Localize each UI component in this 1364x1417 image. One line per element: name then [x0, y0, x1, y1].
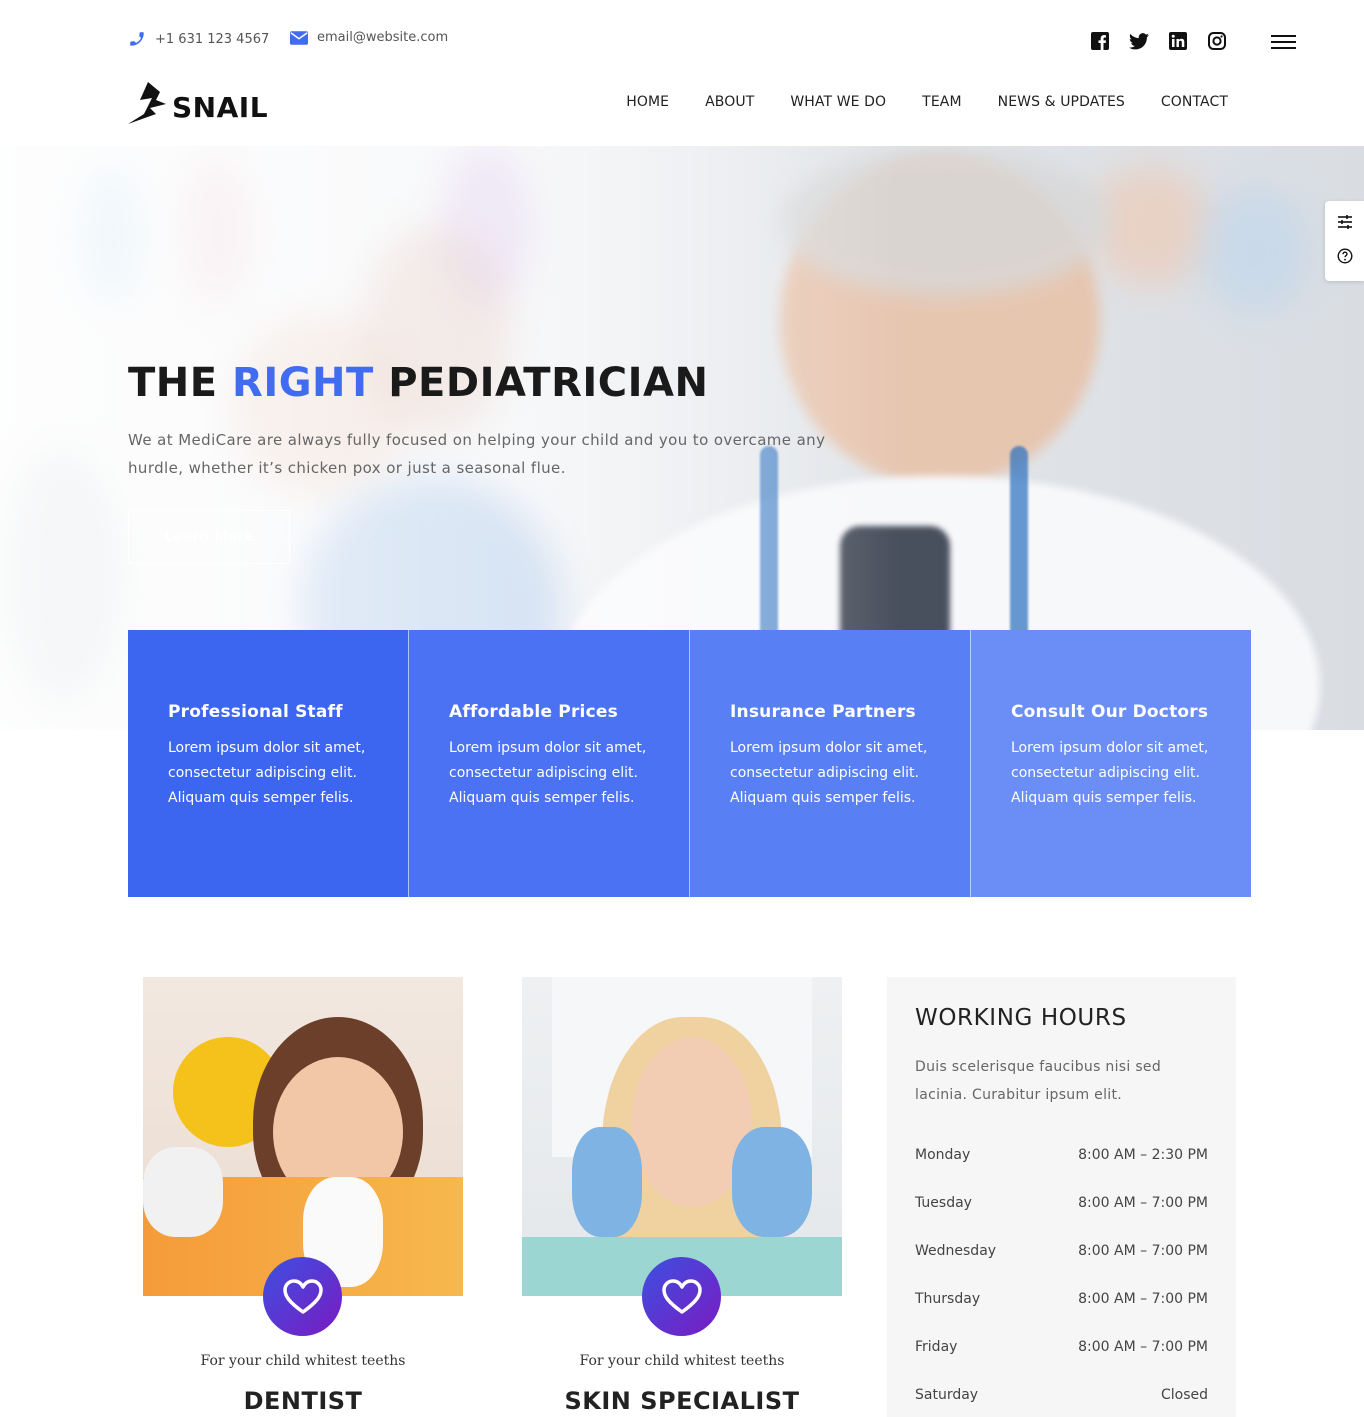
service-card-dentist[interactable]: For your child whitest teeths DENTIST: [143, 977, 463, 1415]
skin-specialist-photo: [522, 977, 842, 1296]
service-card-skin-specialist[interactable]: For your child whitest teeths SKIN SPECI…: [522, 977, 842, 1415]
nav-news-updates[interactable]: NEWS & UPDATES: [998, 94, 1125, 110]
service-title: SKIN SPECIALIST: [564, 1387, 800, 1415]
hours-row: Wednesday 8:00 AM – 7:00 PM: [915, 1227, 1208, 1275]
time-label: 8:00 AM – 2:30 PM: [1078, 1147, 1208, 1163]
social-links: [1090, 31, 1227, 51]
feature-title: Professional Staff: [168, 702, 343, 722]
side-tools-widget: [1325, 201, 1364, 281]
nav-what-we-do[interactable]: WHAT WE DO: [790, 94, 886, 110]
phone-icon: [130, 32, 144, 46]
brand-logo[interactable]: SNAIL: [126, 80, 268, 126]
working-hours-description: Duis scelerisque faucibus nisi sed lacin…: [915, 1059, 1162, 1103]
envelope-icon: [290, 30, 308, 45]
feature-text: Lorem ipsum dolor sit amet, consectetur …: [730, 740, 928, 806]
time-label: 8:00 AM – 7:00 PM: [1078, 1243, 1208, 1259]
brand-name: SNAIL: [172, 91, 269, 124]
time-label: 8:00 AM – 7:00 PM: [1078, 1291, 1208, 1307]
hours-row: Saturday Closed: [915, 1371, 1208, 1417]
main-navigation: HOME ABOUT WHAT WE DO TEAM NEWS & UPDATE…: [626, 94, 1228, 110]
snail-logo-icon: [128, 82, 166, 124]
nav-about[interactable]: ABOUT: [705, 94, 754, 110]
feature-consult-doctors: Consult Our Doctors Lorem ipsum dolor si…: [971, 630, 1251, 897]
day-label: Saturday: [915, 1387, 979, 1403]
hours-row: Tuesday 8:00 AM – 7:00 PM: [915, 1179, 1208, 1227]
linkedin-icon[interactable]: [1168, 31, 1188, 51]
learn-more-button[interactable]: Learn More: [128, 510, 290, 564]
time-label: 8:00 AM – 7:00 PM: [1078, 1339, 1208, 1355]
feature-insurance-partners: Insurance Partners Lorem ipsum dolor sit…: [690, 630, 971, 897]
day-label: Friday: [915, 1339, 958, 1355]
day-label: Tuesday: [915, 1195, 972, 1211]
feature-professional-staff: Professional Staff Lorem ipsum dolor sit…: [128, 630, 409, 897]
day-label: Thursday: [915, 1291, 981, 1307]
day-label: Monday: [915, 1147, 971, 1163]
hero-description: We at MediCare are always fully focused …: [128, 431, 826, 477]
working-hours-panel: WORKING HOURS Duis scelerisque faucibus …: [887, 977, 1236, 1417]
service-subtitle: For your child whitest teeths: [200, 1353, 406, 1369]
service-title: DENTIST: [243, 1387, 363, 1415]
hero-title: THE RIGHT PEDIATRICIAN: [128, 360, 709, 406]
working-hours-title: WORKING HOURS: [915, 1005, 1127, 1031]
nav-home[interactable]: HOME: [626, 94, 669, 110]
phone-contact[interactable]: +1 631 123 4567: [128, 30, 269, 48]
hero-title-accent: RIGHT: [232, 360, 374, 406]
facebook-icon[interactable]: [1090, 31, 1110, 51]
heart-icon: [282, 1278, 323, 1314]
hours-row: Thursday 8:00 AM – 7:00 PM: [915, 1275, 1208, 1323]
nav-contact[interactable]: CONTACT: [1161, 94, 1228, 110]
time-label: Closed: [1160, 1387, 1208, 1403]
hours-row: Monday 8:00 AM – 2:30 PM: [915, 1131, 1208, 1179]
time-label: 8:00 AM – 7:00 PM: [1078, 1195, 1208, 1211]
twitter-icon[interactable]: [1129, 31, 1149, 51]
instagram-icon[interactable]: [1207, 31, 1227, 51]
feature-text: Lorem ipsum dolor sit amet, consectetur …: [449, 740, 647, 806]
hours-row: Friday 8:00 AM – 7:00 PM: [915, 1323, 1208, 1371]
feature-title: Consult Our Doctors: [1011, 702, 1209, 722]
phone-number: +1 631 123 4567: [155, 31, 270, 47]
feature-title: Insurance Partners: [730, 702, 916, 722]
help-circle-icon[interactable]: [1336, 248, 1353, 268]
heart-badge: [263, 1257, 342, 1336]
feature-affordable-prices: Affordable Prices Lorem ipsum dolor sit …: [409, 630, 690, 897]
heart-badge: [642, 1257, 721, 1336]
service-subtitle: For your child whitest teeths: [579, 1353, 785, 1369]
feature-title: Affordable Prices: [449, 702, 618, 722]
email-address: email@website.com: [317, 30, 449, 45]
nav-team[interactable]: TEAM: [922, 94, 961, 110]
feature-text: Lorem ipsum dolor sit amet, consectetur …: [168, 740, 366, 806]
heart-icon: [661, 1278, 702, 1314]
hamburger-menu-icon[interactable]: [1271, 35, 1296, 50]
dentist-photo: [143, 977, 463, 1296]
sliders-icon[interactable]: [1337, 214, 1353, 234]
email-contact[interactable]: email@website.com: [290, 30, 448, 45]
day-label: Wednesday: [915, 1243, 997, 1259]
top-bar: +1 631 123 4567 email@website.com: [0, 0, 1364, 80]
features-strip: Professional Staff Lorem ipsum dolor sit…: [128, 630, 1251, 897]
feature-text: Lorem ipsum dolor sit amet, consectetur …: [1011, 740, 1209, 806]
